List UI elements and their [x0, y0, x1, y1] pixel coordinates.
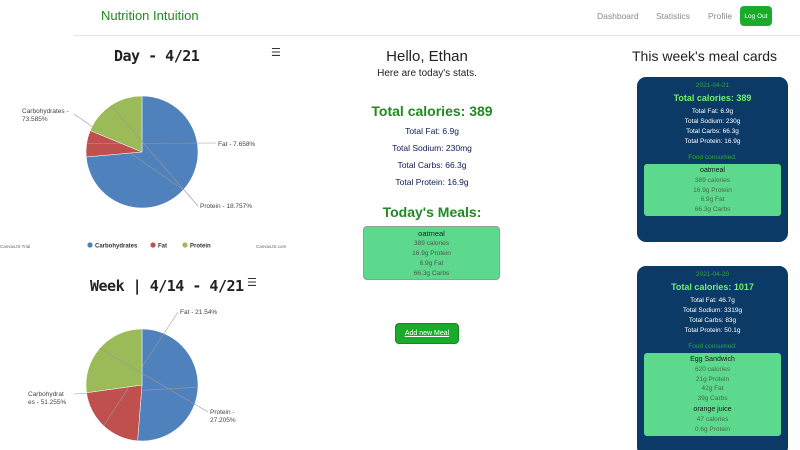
food-name: orange juice — [693, 406, 732, 413]
card-total-protein: Total Protein: 50.1g — [684, 327, 741, 334]
day-pie-chart: Carbohydrates -73.585% Fat - 7.658% Protei… — [0, 95, 287, 250]
meal-card: 2021-04-20 Total calories: 1017 Total Fa… — [637, 266, 788, 450]
food-protein: 16.9g Protein — [693, 186, 732, 194]
meal-fat: 6.9g Fat — [419, 260, 444, 267]
meal-carbs: 66.3g Carbs — [413, 270, 450, 277]
meal-item[interactable]: oatmeal 389 calories 16.9g Protein 6.9g … — [363, 226, 500, 280]
total-calories: Total calories: 389 — [371, 103, 493, 119]
card-total-carbs: Total Carbs: 66.3g — [686, 128, 739, 135]
total-fat: Total Fat: 6.9g — [405, 126, 459, 136]
pie-label-fat: Fat - 21.54% — [180, 309, 217, 316]
legend-marker-carbohydrates — [87, 242, 93, 248]
meal-card: 2021-04-21 Total calories: 389 Total Fat… — [637, 77, 788, 242]
total-sodium: Total Sodium: 230mg — [392, 143, 472, 153]
pie-label-fat: Fat - 7.658% — [218, 141, 255, 148]
card-total-carbs: Total Carbs: 83g — [688, 317, 737, 324]
todays-meals-heading: Today's Meals: — [382, 204, 482, 220]
card-date: 2021-04-21 — [695, 82, 730, 89]
food-consumed-label: Food consumed: — [688, 154, 737, 161]
pie-label-protein: 27.205% — [210, 417, 236, 424]
card-total-fat: Total Fat: 6.9g — [691, 108, 734, 115]
meal-name: oatmeal — [418, 229, 445, 238]
navbar: Nutrition Intuition Dashboard Statistics… — [74, 0, 800, 36]
food-name: oatmeal — [700, 167, 725, 174]
greeting-subtitle: Here are today's stats. — [377, 68, 477, 79]
chart-credit-right[interactable]: CanvasJS.com — [256, 244, 287, 249]
week-cards-heading: This week's meal cards — [632, 48, 778, 64]
card-total-calories: Total calories: 389 — [673, 93, 752, 103]
food-item: Egg Sandwich 620 calories 21g Protein 42… — [644, 353, 781, 436]
food-item: oatmeal 389 calories 16.9g Protein 6.9g … — [644, 164, 781, 216]
chart-credit-left: CanvasJS Trial — [0, 244, 30, 249]
food-calories: 620 calories — [694, 366, 731, 373]
add-meal-button[interactable]: Add new Meal — [395, 323, 459, 344]
pie-label-carbohydrates: Carbohydrates - — [22, 108, 69, 115]
pie-slice-protein[interactable] — [85, 328, 143, 394]
food-fat: 42g Fat — [701, 385, 724, 392]
legend-marker-fat — [150, 242, 156, 248]
card-total-protein: Total Protein: 16.9g — [684, 138, 741, 145]
pie-label-protein: Protein - — [210, 409, 235, 416]
week-chart-card: Week | 4/14 - 4/21 ☰ Carbohydrat es - 51.… — [0, 272, 290, 450]
food-consumed-label: Food consumed: — [688, 343, 737, 350]
pie-slice-carbohydrates[interactable] — [137, 328, 199, 442]
legend-item-fat[interactable]: Fat — [158, 244, 167, 250]
pie-label-carbohydrates: 73.585% — [22, 116, 48, 123]
pie-label-carbohydrates: es - 51.255% — [28, 399, 67, 406]
pie-label-protein: Protein - 18.757% — [200, 203, 252, 210]
food-calories: 47 calories — [696, 416, 729, 423]
pie-label-carbohydrates: Carbohydrat — [28, 391, 64, 398]
meal-protein: 16.9g Protein — [412, 250, 451, 257]
legend-marker-protein — [182, 242, 188, 248]
total-carbs: Total Carbs: 66.3g — [397, 160, 467, 170]
greeting-heading: Hello, Ethan — [386, 48, 468, 65]
nav-dashboard-link[interactable]: Dashboard — [597, 11, 639, 21]
brand-logo[interactable]: Nutrition Intuition — [101, 8, 199, 23]
pie-slice-fat[interactable] — [86, 384, 143, 442]
card-total-sodium: Total Sodium: 230g — [684, 118, 741, 125]
food-carbs: 66.3g Carbs — [694, 205, 731, 213]
nav-statistics-link[interactable]: Statistics — [656, 11, 690, 21]
nav-profile-link[interactable]: Profile — [708, 11, 732, 21]
card-total-calories: Total calories: 1017 — [671, 282, 754, 292]
food-calories: 389 calories — [694, 177, 731, 184]
card-date: 2021-04-20 — [695, 271, 730, 278]
total-protein: Total Protein: 16.9g — [395, 177, 469, 187]
legend-item-protein[interactable]: Protein — [190, 244, 211, 250]
week-pie-chart: Carbohydrates - 51.255% Fat - 21.54% Prote… — [28, 309, 236, 442]
day-chart-card: Day - 4/21 ☰ Carbohydrates -73.585% Fat -… — [0, 42, 290, 257]
food-fat: 6.9g Fat — [700, 196, 725, 203]
food-protein: 21g Protein — [695, 375, 730, 383]
meal-calories: 389 calories — [413, 240, 450, 247]
card-total-fat: Total Fat: 46.7g — [690, 297, 735, 304]
food-name: Egg Sandwich — [690, 356, 735, 363]
logout-button[interactable]: Log Out — [740, 6, 772, 26]
food-protein: 0.6g Protein — [694, 425, 731, 433]
card-total-sodium: Total Sodium: 3319g — [682, 307, 743, 314]
food-carbs: 39g Carbs — [697, 394, 728, 402]
legend-item-carbohydrates[interactable]: Carbohydrates — [95, 244, 138, 250]
